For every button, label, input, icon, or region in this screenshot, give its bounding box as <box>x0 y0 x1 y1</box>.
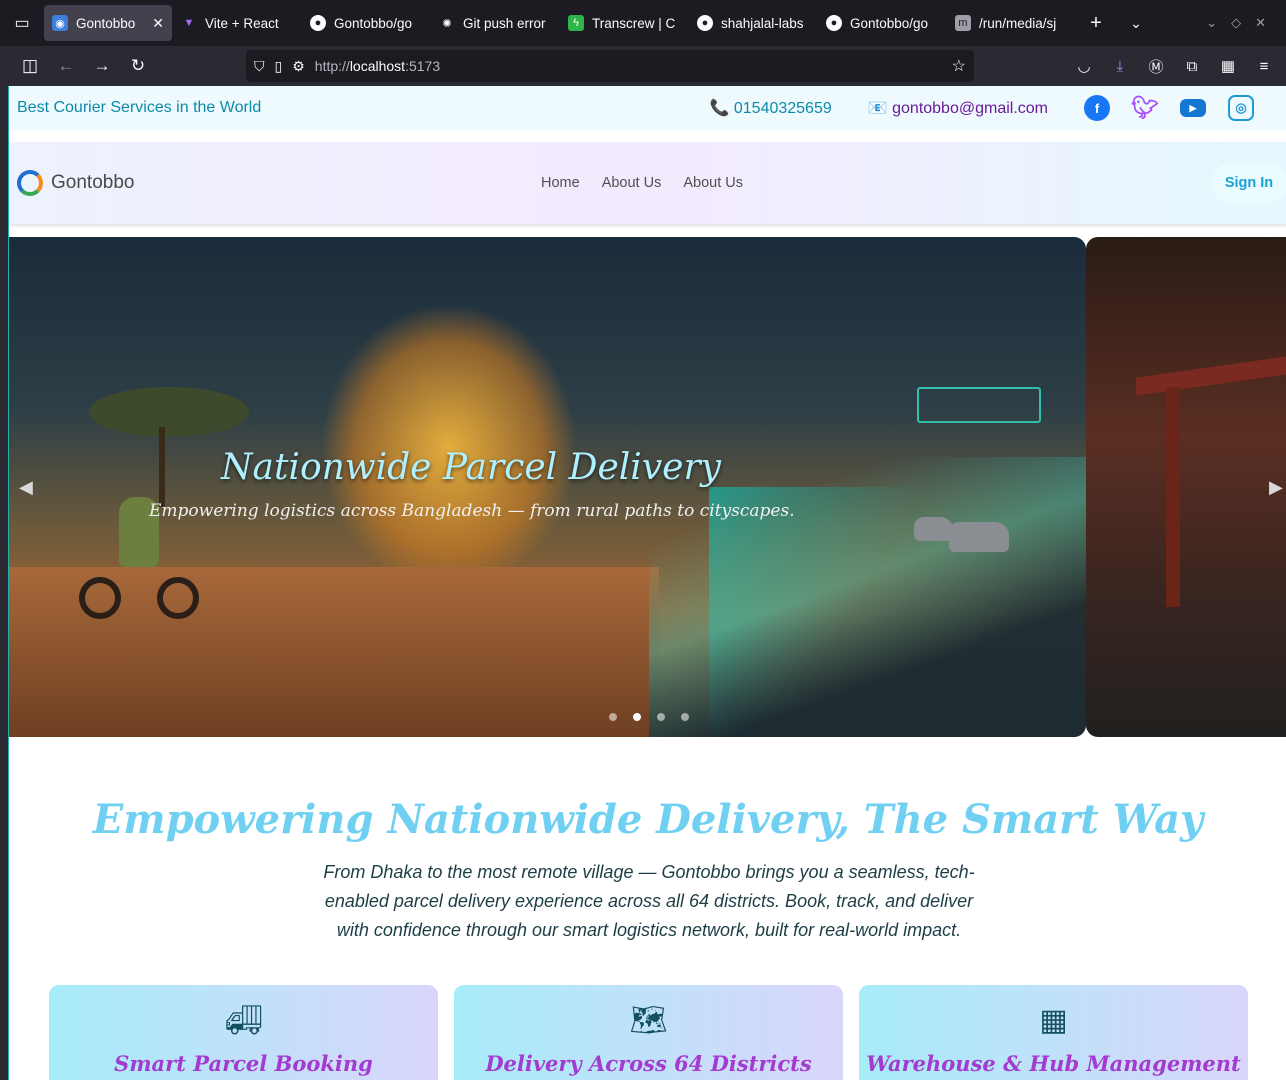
permissions-icon[interactable]: ⚙ <box>292 58 305 75</box>
tab-gontobbo[interactable]: ◉ Gontobbo ✕ <box>44 5 172 41</box>
tab-vite[interactable]: ▼ Vite + React <box>173 5 301 41</box>
openai-icon: ✺ <box>442 17 452 30</box>
section-title: Empowering Nationwide Delivery, The Smar… <box>92 796 1204 843</box>
carousel-dot[interactable] <box>609 713 617 721</box>
carousel-dot[interactable] <box>681 713 689 721</box>
tab-local-file[interactable]: m /run/media/sj <box>947 5 1075 41</box>
truck-icon: 🚚︎ <box>224 1004 263 1037</box>
feature-title: Warehouse & Hub Management <box>866 1051 1241 1076</box>
chevron-down-icon[interactable]: ⌄ <box>1116 15 1156 32</box>
tree-trunk <box>159 427 165 507</box>
social-links: f 🐦︎ ▶ ◎ <box>1084 95 1254 121</box>
feature-title: Smart Parcel Booking <box>114 1051 373 1076</box>
page-viewport: Best Courier Services in the World 📞 015… <box>8 86 1286 1080</box>
tab-title: Gontobbo <box>76 15 136 31</box>
phone-link[interactable]: 📞 01540325659 <box>710 98 832 118</box>
feature-title: Delivery Across 64 Districts <box>485 1051 812 1076</box>
nav-home[interactable]: Home <box>541 175 580 191</box>
download-icon[interactable]: ⤓ <box>1106 50 1134 82</box>
url-bar[interactable]: ⛉ ▯ ⚙ http://localhost:5173 ☆ <box>246 50 974 82</box>
feature-cards: 🚚︎ Smart Parcel Booking 🗺︎ Delivery Acro… <box>49 985 1249 1080</box>
tagline: Best Courier Services in the World <box>17 99 262 116</box>
forward-icon[interactable]: → <box>84 50 120 82</box>
globe-icon: ◉ <box>52 15 68 31</box>
tab-list-icon[interactable]: ▭ <box>0 0 44 46</box>
url-text[interactable]: http://localhost:5173 <box>315 58 440 74</box>
car <box>949 522 1009 552</box>
brand-logo[interactable]: Gontobbo <box>17 170 134 196</box>
logo-icon <box>17 170 43 196</box>
youtube-icon[interactable]: ▶ <box>1180 99 1206 117</box>
back-icon[interactable]: ← <box>48 50 84 82</box>
hero-carousel: Nationwide Parcel Delivery Empowering lo… <box>9 237 1286 737</box>
carousel-dots <box>609 713 689 721</box>
boxes-icon: ▦ <box>1039 1004 1068 1037</box>
top-info-bar: Best Courier Services in the World 📞 015… <box>9 86 1286 130</box>
facebook-icon[interactable]: f <box>1084 95 1110 121</box>
highway-sign <box>917 387 1041 423</box>
close-window-icon[interactable]: ✕ <box>1255 15 1266 31</box>
email-link[interactable]: 📧 gontobbo@gmail.com <box>868 98 1048 118</box>
instagram-icon[interactable]: ◎ <box>1228 95 1254 121</box>
hero-subtitle: Empowering logistics across Bangladesh —… <box>149 501 795 521</box>
tab-strip: ▭ ◉ Gontobbo ✕ ▼ Vite + React ● Gontobbo… <box>0 0 1286 46</box>
tab-title: shahjalal-labs <box>721 15 804 31</box>
feature-card[interactable]: 🗺︎ Delivery Across 64 Districts <box>454 985 843 1080</box>
map-pin-icon: 🗺︎ <box>629 1004 668 1037</box>
highway-glow <box>649 457 1086 737</box>
sidebar-icon[interactable]: ◫ <box>12 50 48 82</box>
feature-card[interactable]: ▦ Warehouse & Hub Management <box>859 985 1248 1080</box>
book-icon: m <box>955 15 971 31</box>
page-icon: ▯ <box>274 57 283 74</box>
section-description: From Dhaka to the most remote village — … <box>323 862 975 940</box>
carousel-dot[interactable] <box>657 713 665 721</box>
next-slide-icon[interactable]: ▶ <box>1269 477 1283 498</box>
main-nav: Home About Us About Us <box>541 175 743 191</box>
car <box>914 517 954 541</box>
feature-card[interactable]: 🚚︎ Smart Parcel Booking <box>49 985 438 1080</box>
tab-transcrew[interactable]: ϟ Transcrew | C <box>560 5 688 41</box>
new-tab-icon[interactable]: + <box>1076 12 1116 35</box>
nav-about-us-2[interactable]: About Us <box>683 175 743 191</box>
github-icon: ● <box>826 15 842 31</box>
tab-title: Gontobbo/go <box>850 15 929 31</box>
hero-title: Nationwide Parcel Delivery <box>221 447 722 488</box>
close-tab-icon[interactable]: ✕ <box>152 15 164 32</box>
tab-title: Transcrew | C <box>592 15 676 31</box>
nav-bar: ◫ ← → ↻ ⛉ ▯ ⚙ http://localhost:5173 ☆ ◡ … <box>0 46 1286 86</box>
sign-in-button[interactable]: Sign In <box>1211 163 1286 203</box>
tab-chatgpt[interactable]: ✺ Git push error <box>431 5 559 41</box>
tab-github-3[interactable]: ● Gontobbo/go <box>818 5 946 41</box>
reload-icon[interactable]: ↻ <box>120 50 156 82</box>
bolt-icon: ϟ <box>568 15 584 31</box>
carousel-dot-active[interactable] <box>633 713 641 721</box>
tab-title: Git push error <box>463 15 546 31</box>
tab-title: /run/media/sj <box>979 15 1057 31</box>
qr-code-icon[interactable]: ▦ <box>1214 50 1242 82</box>
nav-about-us[interactable]: About Us <box>602 175 662 191</box>
chevron-down-icon[interactable]: ⌄ <box>1206 15 1217 31</box>
hero-slide-image: Nationwide Parcel Delivery Empowering lo… <box>9 237 1086 737</box>
site-header: Gontobbo Home About Us About Us Sign In <box>9 142 1286 224</box>
menu-icon[interactable]: ≡ <box>1250 50 1278 82</box>
next-slide-preview[interactable] <box>1086 237 1286 737</box>
prev-slide-icon[interactable]: ◀ <box>19 477 33 498</box>
extensions-icon[interactable]: ⧉ <box>1178 50 1206 82</box>
vite-icon: ▼ <box>183 17 195 29</box>
tree <box>89 387 249 437</box>
pocket-icon[interactable]: ◡ <box>1070 50 1098 82</box>
diamond-icon[interactable]: ◇ <box>1231 15 1241 31</box>
twitter-icon[interactable]: 🐦︎ <box>1131 95 1159 121</box>
github-icon: ● <box>697 15 713 31</box>
tab-title: Gontobbo/go <box>334 15 413 31</box>
account-icon[interactable]: Ⓜ <box>1142 50 1170 82</box>
brand-name: Gontobbo <box>51 172 135 193</box>
tab-title: Vite + React <box>205 15 279 31</box>
tab-github-2[interactable]: ● shahjalal-labs <box>689 5 817 41</box>
bookmark-star-icon[interactable]: ☆ <box>952 56 966 76</box>
shield-icon[interactable]: ⛉ <box>254 58 265 75</box>
tab-github-1[interactable]: ● Gontobbo/go <box>302 5 430 41</box>
github-icon: ● <box>310 15 326 31</box>
browser-window: ▭ ◉ Gontobbo ✕ ▼ Vite + React ● Gontobbo… <box>0 0 1286 1080</box>
